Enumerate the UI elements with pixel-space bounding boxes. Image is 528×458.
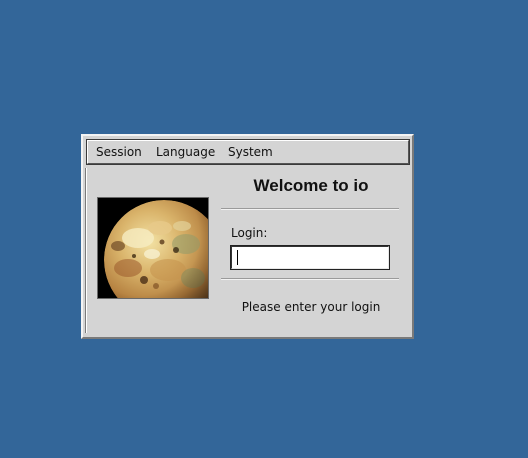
- io-planet-image: [97, 197, 209, 299]
- menu-system[interactable]: System: [228, 145, 273, 159]
- menubar: Session Language System: [86, 139, 410, 165]
- menu-language[interactable]: Language: [156, 145, 215, 159]
- welcome-title: Welcome to io: [253, 176, 369, 195]
- text-cursor: [237, 250, 238, 265]
- menu-session[interactable]: Session: [96, 145, 142, 159]
- divider-top: [221, 208, 399, 210]
- divider-bottom: [221, 278, 399, 280]
- io-moon-icon: [98, 198, 208, 298]
- login-greeter-window: Session Language System Welcome to io Lo…: [81, 134, 414, 339]
- login-label: Login:: [231, 226, 268, 240]
- left-divider: [85, 168, 87, 333]
- status-message: Please enter your login: [241, 300, 381, 314]
- login-input[interactable]: [230, 245, 390, 270]
